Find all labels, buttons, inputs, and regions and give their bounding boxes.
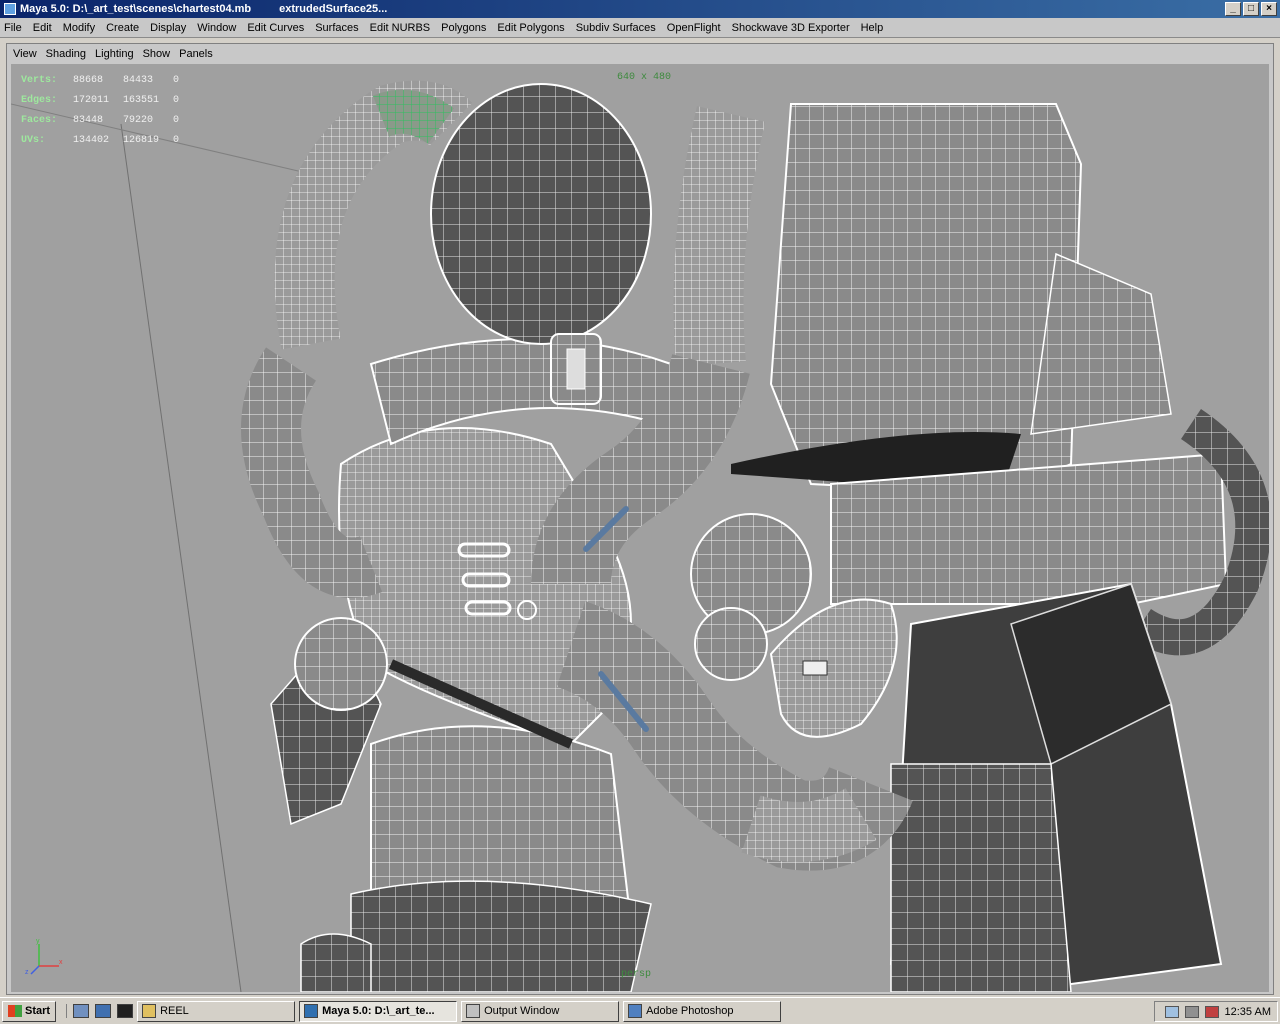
- taskbar-button-reel[interactable]: REEL: [137, 1000, 296, 1022]
- hud-value: 172011: [73, 94, 110, 106]
- poly-count-hud: Verts: 88668 84433 0 Edges: 172011 16355…: [21, 70, 223, 150]
- hud-value: 134402: [73, 134, 110, 146]
- panel-menu-show[interactable]: Show: [143, 48, 171, 60]
- panel-menu-shading[interactable]: Shading: [46, 48, 86, 60]
- menu-edit[interactable]: Edit: [33, 22, 52, 34]
- menu-openflight[interactable]: OpenFlight: [667, 22, 721, 34]
- panel-menu-panels[interactable]: Panels: [179, 48, 213, 60]
- hud-value: 83448: [73, 114, 104, 126]
- wireframe-character-model: [11, 80, 1269, 992]
- menu-modify[interactable]: Modify: [63, 22, 95, 34]
- hud-value: 0: [173, 94, 180, 106]
- menu-edit-polygons[interactable]: Edit Polygons: [497, 22, 564, 34]
- maya-icon: [304, 1004, 319, 1018]
- menu-surfaces[interactable]: Surfaces: [315, 22, 358, 34]
- windows-logo-icon: [8, 1005, 22, 1017]
- title-bar: Maya 5.0: D:\_art_test\scenes\chartest04…: [0, 0, 1280, 18]
- photoshop-icon: [628, 1004, 643, 1018]
- hud-label: Faces:: [21, 114, 58, 126]
- volume-icon[interactable]: [1184, 1005, 1199, 1018]
- hud-value: 88668: [73, 74, 104, 86]
- start-label: Start: [25, 1005, 51, 1017]
- clock: 12:35 AM: [1224, 1005, 1271, 1018]
- model-panel: View Shading Lighting Show Panels Verts:…: [6, 43, 1274, 995]
- menu-file[interactable]: File: [4, 22, 22, 34]
- desktop-icon[interactable]: [73, 1004, 90, 1018]
- hud-value: 79220: [123, 114, 154, 126]
- panel-menu-lighting[interactable]: Lighting: [95, 48, 134, 60]
- browser-icon[interactable]: [95, 1004, 112, 1018]
- window-title: Maya 5.0: D:\_art_test\scenes\chartest04…: [20, 3, 252, 15]
- svg-text:z: z: [25, 969, 29, 976]
- camera-name-label: persp: [621, 969, 652, 980]
- hud-row-faces: Faces: 83448 79220 0: [21, 110, 223, 130]
- task-label: Maya 5.0: D:\_art_te...: [322, 1005, 435, 1017]
- close-button[interactable]: ×: [1261, 2, 1277, 16]
- maximize-button[interactable]: □: [1243, 2, 1259, 16]
- terminal-icon[interactable]: [117, 1004, 134, 1018]
- windows-taskbar: Start REEL Maya 5.0: D:\_art_te... Outpu…: [0, 997, 1280, 1024]
- network-icon[interactable]: [1164, 1005, 1179, 1018]
- hud-row-edges: Edges: 172011 163551 0: [21, 90, 223, 110]
- taskbar-button-photoshop[interactable]: Adobe Photoshop: [623, 1000, 782, 1022]
- hud-value: 0: [173, 134, 180, 146]
- hud-label: Verts:: [21, 74, 58, 86]
- hud-value: 163551: [123, 94, 160, 106]
- hud-value: 84433: [123, 74, 154, 86]
- menu-subdiv-surfaces[interactable]: Subdiv Surfaces: [576, 22, 656, 34]
- svg-text:y: y: [36, 938, 40, 945]
- output-window-icon: [466, 1004, 481, 1018]
- menu-edit-nurbs[interactable]: Edit NURBS: [370, 22, 431, 34]
- minimize-button[interactable]: _: [1225, 2, 1241, 16]
- svg-text:x: x: [59, 959, 63, 966]
- utility-icon[interactable]: [1204, 1005, 1219, 1018]
- view-axis-icon: y x z: [25, 938, 63, 976]
- panel-menu-view[interactable]: View: [13, 48, 37, 60]
- taskbar-button-output-window[interactable]: Output Window: [461, 1000, 620, 1022]
- menu-display[interactable]: Display: [150, 22, 186, 34]
- app-icon: [4, 3, 16, 15]
- hud-label: Edges:: [21, 94, 58, 106]
- hud-value: 0: [173, 74, 180, 86]
- hud-row-uvs: UVs: 134402 126819 0: [21, 130, 223, 150]
- menu-window[interactable]: Window: [197, 22, 236, 34]
- folder-icon: [142, 1004, 157, 1018]
- taskbar-button-maya[interactable]: Maya 5.0: D:\_art_te...: [299, 1000, 458, 1022]
- hud-value: 0: [173, 114, 180, 126]
- hud-row-verts: Verts: 88668 84433 0: [21, 70, 223, 90]
- hud-value: 126819: [123, 134, 160, 146]
- 3d-viewport[interactable]: Verts: 88668 84433 0 Edges: 172011 16355…: [11, 64, 1269, 992]
- selected-object-name: extrudedSurface25...: [279, 3, 388, 15]
- menu-create[interactable]: Create: [106, 22, 139, 34]
- resolution-gate-label: 640 x 480: [617, 72, 672, 83]
- menu-shockwave-exporter[interactable]: Shockwave 3D Exporter: [732, 22, 850, 34]
- task-label: Adobe Photoshop: [646, 1005, 734, 1017]
- menu-polygons[interactable]: Polygons: [441, 22, 486, 34]
- menu-edit-curves[interactable]: Edit Curves: [247, 22, 304, 34]
- menu-help[interactable]: Help: [861, 22, 884, 34]
- hud-label: UVs:: [21, 134, 46, 146]
- quick-launch: [66, 1004, 134, 1018]
- start-button[interactable]: Start: [2, 1000, 57, 1022]
- task-label: REEL: [160, 1005, 189, 1017]
- main-menubar: File Edit Modify Create Display Window E…: [0, 18, 1280, 38]
- panel-menubar: View Shading Lighting Show Panels: [7, 44, 1273, 64]
- system-tray: 12:35 AM: [1154, 1001, 1278, 1022]
- task-label: Output Window: [484, 1005, 560, 1017]
